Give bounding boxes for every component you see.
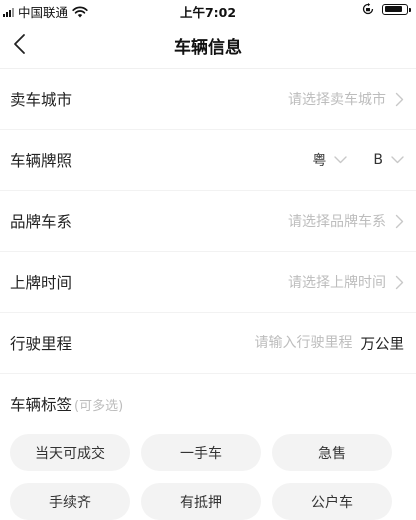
sell-city-selector[interactable]: 请选择卖车城市 (288, 89, 404, 109)
chevron-down-icon (391, 156, 404, 164)
plate-province-select[interactable]: 粤 (312, 150, 348, 170)
mileage-unit: 万公里 (360, 336, 405, 353)
mileage-row: 行驶里程 万公里 (0, 313, 416, 374)
tag-chip[interactable]: 一手车 (141, 434, 261, 471)
chevron-right-icon (394, 274, 404, 290)
plate-time-placeholder: 请选择上牌时间 (288, 275, 386, 291)
plate-time-selector[interactable]: 请选择上牌时间 (288, 272, 404, 292)
plate-row: 车辆牌照 粤 B (0, 130, 416, 191)
mileage-input[interactable] (236, 335, 353, 351)
tag-chip[interactable]: 当天可成交 (10, 434, 130, 471)
tags-hint: (可多选) (74, 398, 124, 414)
plate-time-row[interactable]: 上牌时间 请选择上牌时间 (0, 252, 416, 313)
mileage-label: 行驶里程 (10, 335, 73, 353)
sell-city-placeholder: 请选择卖车城市 (288, 92, 386, 108)
brand-series-selector[interactable]: 请选择品牌车系 (288, 211, 404, 231)
sell-city-label: 卖车城市 (10, 91, 73, 109)
tags-title: 车辆标签 (10, 396, 73, 414)
tag-chip[interactable]: 手续齐 (10, 483, 130, 520)
status-right (362, 3, 411, 15)
status-time: 上午7:02 (179, 5, 237, 20)
mileage-input-group: 万公里 (236, 333, 405, 354)
battery-icon (382, 3, 411, 15)
chevron-right-icon (394, 91, 404, 107)
plate-letter-select[interactable]: B (373, 152, 404, 168)
brand-series-row[interactable]: 品牌车系 请选择品牌车系 (0, 191, 416, 252)
chevron-down-icon (334, 156, 348, 164)
tag-chip[interactable]: 公户车 (272, 483, 392, 520)
plate-time-label: 上牌时间 (10, 274, 73, 292)
battery-fill (384, 6, 403, 12)
tag-chip[interactable]: 有抵押 (141, 483, 261, 520)
brand-series-placeholder: 请选择品牌车系 (288, 214, 386, 230)
brand-series-label: 品牌车系 (10, 213, 73, 231)
sell-city-row[interactable]: 卖车城市 请选择卖车城市 (0, 69, 416, 130)
nav-bar: 车辆信息 (0, 20, 416, 69)
plate-province-value: 粤 (312, 153, 327, 169)
tags-header: 车辆标签 (可多选) (0, 374, 416, 434)
plate-letter-value: B (373, 152, 383, 168)
tag-chip[interactable]: 急售 (272, 434, 392, 471)
status-bar: 中国联通 上午7:02 (0, 0, 416, 20)
orientation-lock-icon (362, 3, 374, 15)
tag-grid: 当天可成交 一手车 急售 手续齐 有抵押 公户车 (0, 434, 416, 520)
plate-label: 车辆牌照 (10, 152, 73, 170)
page-title: 车辆信息 (174, 38, 242, 58)
chevron-right-icon (394, 213, 404, 229)
plate-selectors: 粤 B (294, 150, 404, 170)
